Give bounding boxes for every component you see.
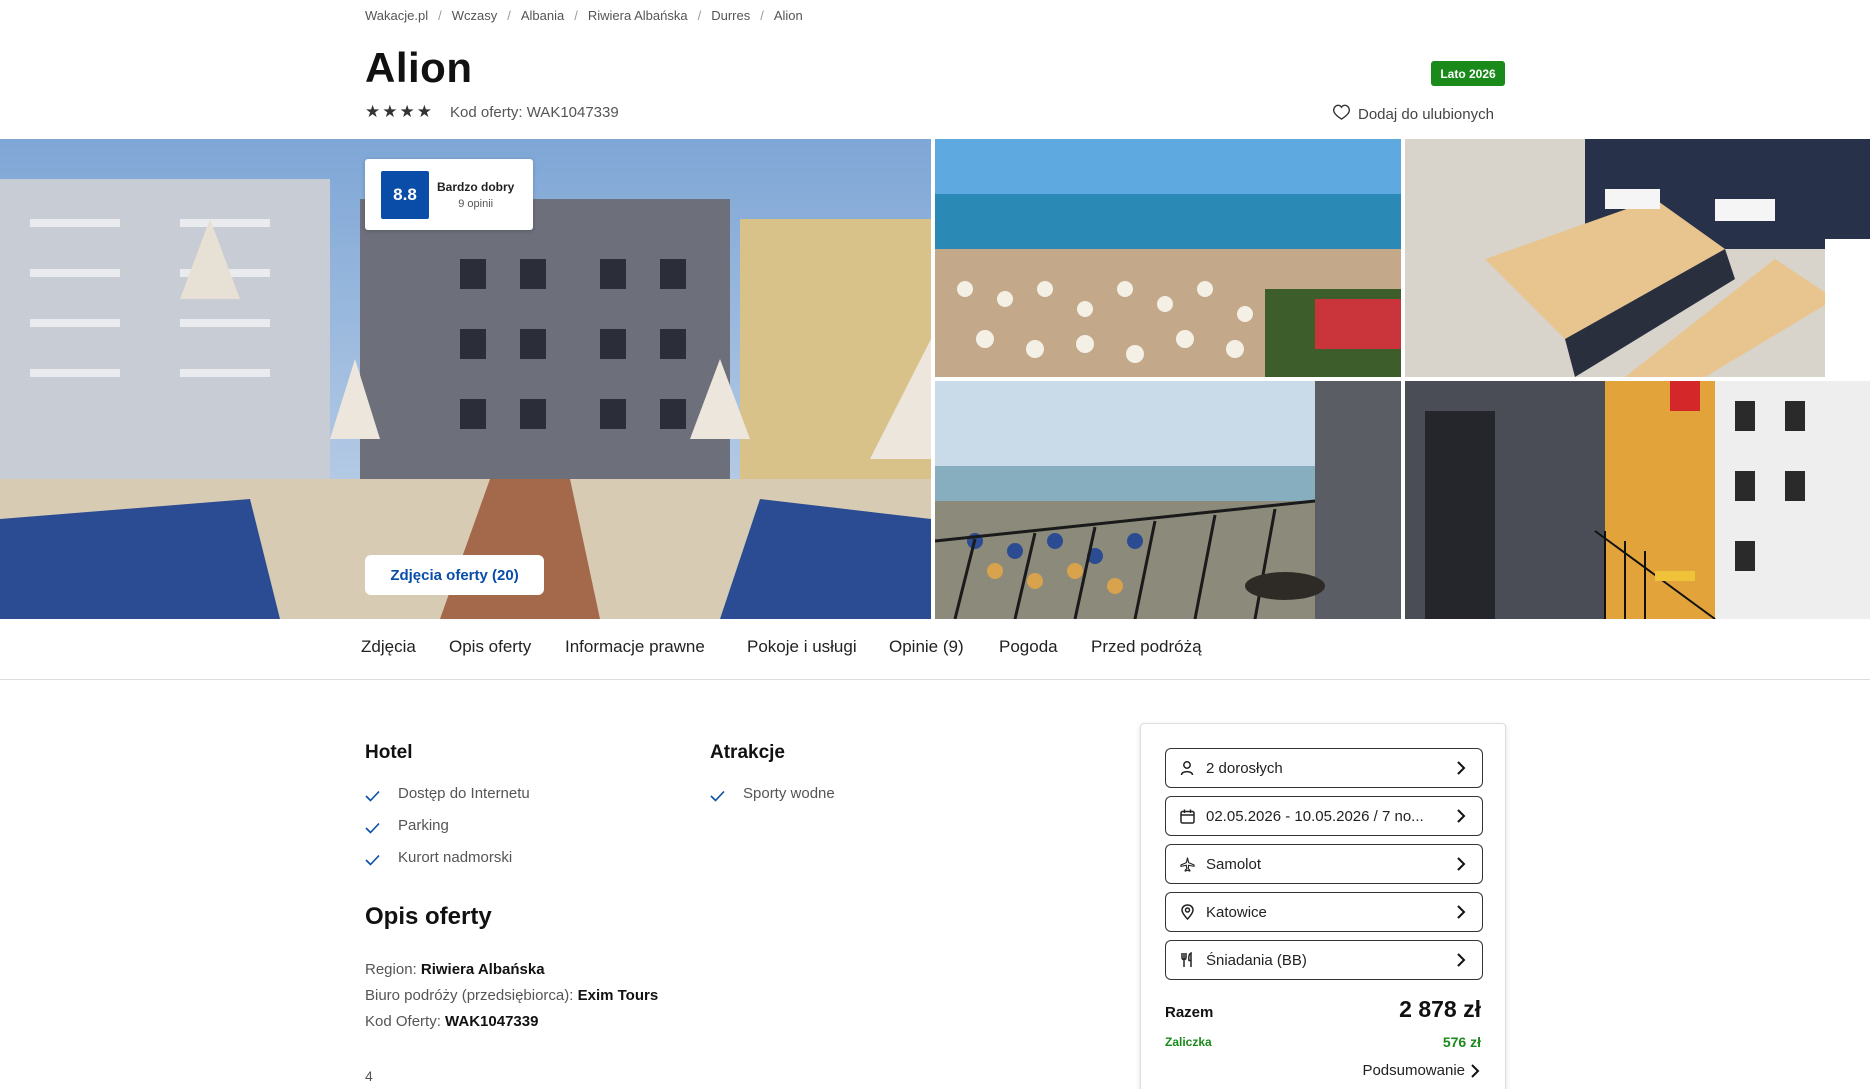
person-icon [1178,759,1196,777]
tab-rooms-services[interactable]: Pokoje i usługi [747,637,857,657]
star-icon: ★ [399,102,415,121]
board-value: Śniadania (BB) [1206,951,1307,969]
photo-gallery: 8.8 Bardzo dobry 9 opinii Zdjęcia oferty… [0,139,1870,619]
tab-legal-info[interactable]: Informacje prawne [565,637,705,657]
deposit-label: Zaliczka [1165,1035,1212,1049]
rating-count: 9 opinii [458,197,494,210]
rating-summary: Bardzo dobry 9 opinii [437,180,514,210]
offer-code-label: Kod Oferty: [365,1013,446,1030]
chevron-right-icon [1457,857,1466,871]
add-to-favorites-label: Dodaj do ulubionych [1358,105,1494,123]
booking-panel: 2 dorosłych 02.05.2026 - 10.05.2026 / 7 … [1140,723,1506,1089]
section-tabs: Zdjęcia Opis oferty Informacje prawne Po… [0,619,1870,680]
page-title: Alion [365,44,473,91]
rating-label: Bardzo dobry [437,179,515,194]
amenity-item: Parking [365,816,449,834]
check-icon [365,822,380,834]
chevron-right-icon [1457,761,1466,775]
balcony-sea-view-photo[interactable] [935,381,1401,619]
dates-value: 02.05.2026 - 10.05.2026 / 7 no... [1206,807,1424,825]
board-selector[interactable]: Śniadania (BB) [1165,940,1483,980]
tab-photos[interactable]: Zdjęcia [361,637,416,657]
chevron-right-icon [1471,1064,1480,1078]
region-info: Region: Riwiera Albańska [365,961,545,978]
tab-description[interactable]: Opis oferty [449,637,531,657]
room-photo[interactable] [1405,139,1870,377]
location-pin-icon [1178,903,1196,921]
check-icon [710,790,725,802]
offer-code-info: Kod Oferty: WAK1047339 [365,1013,538,1030]
travelers-selector[interactable]: 2 dorosłych [1165,748,1483,788]
description-heading: Opis oferty [365,903,492,930]
main-hotel-photo[interactable]: 8.8 Bardzo dobry 9 opinii Zdjęcia oferty… [0,139,931,619]
rating-score: 8.8 [381,170,429,219]
region-label: Region: [365,961,421,978]
total-label: Razem [1165,1004,1214,1021]
offer-code: Kod oferty: WAK1047339 [450,104,619,121]
star-icon: ★ [365,102,381,121]
offer-code-value: WAK1047339 [445,1013,539,1030]
summary-link[interactable]: Podsumowanie [1362,1062,1465,1079]
beach-photo[interactable] [935,139,1401,377]
amenity-item: Kurort nadmorski [365,848,512,866]
agency-info: Biuro podróży (przedsiębiorca): Exim Tou… [365,987,658,1004]
travelers-value: 2 dorosłych [1206,759,1283,777]
breadcrumb-link-country[interactable]: Albania [521,8,564,23]
tab-reviews[interactable]: Opinie (9) [889,637,964,657]
attraction-label: Sporty wodne [743,784,835,802]
check-icon [365,854,380,866]
attraction-item: Sporty wodne [710,784,835,802]
transport-value: Samolot [1206,855,1262,873]
amenity-label: Parking [398,816,449,834]
hotel-amenities-heading: Hotel [365,742,413,763]
breadcrumb: Wakacje.pl / Wczasy / Albania / Riwiera … [365,8,803,23]
cutlery-icon [1178,951,1196,969]
rating-card[interactable]: 8.8 Bardzo dobry 9 opinii [365,159,533,230]
photos-button[interactable]: Zdjęcia oferty (20) [365,555,544,595]
chevron-right-icon [1457,905,1466,919]
tab-weather[interactable]: Pogoda [999,637,1058,657]
add-to-favorites-button[interactable]: Dodaj do ulubionych [1333,104,1494,124]
dates-selector[interactable]: 02.05.2026 - 10.05.2026 / 7 no... [1165,796,1483,836]
chevron-right-icon [1457,809,1466,823]
transport-selector[interactable]: Samolot [1165,844,1483,884]
amenity-item: Dostęp do Internetu [365,784,530,802]
star-icon: ★ [416,102,432,121]
breadcrumb-separator: / [507,8,511,23]
breadcrumb-separator: / [438,8,442,23]
departure-value: Katowice [1206,903,1267,921]
attractions-heading: Atrakcje [710,742,785,763]
tab-before-trip[interactable]: Przed podróżą [1091,637,1202,657]
agency-label: Biuro podróży (przedsiębiorca): [365,987,578,1004]
breadcrumb-separator: / [574,8,578,23]
breadcrumb-link-city[interactable]: Durres [711,8,750,23]
breadcrumb-link-wczasy[interactable]: Wczasy [452,8,498,23]
deposit-price: 576 zł [1442,1034,1481,1050]
breadcrumb-link-home[interactable]: Wakacje.pl [365,8,428,23]
star-icon: ★ [382,102,398,121]
total-price: 2 878 zł [1399,996,1481,1022]
breadcrumb-link-region[interactable]: Riwiera Albańska [588,8,688,23]
check-icon [365,790,380,802]
amenity-label: Kurort nadmorski [398,848,513,866]
star-rating: ★ ★ ★ ★ [365,102,432,122]
breadcrumb-separator: / [697,8,702,23]
chevron-right-icon [1457,953,1466,967]
region-value: Riwiera Albańska [420,961,545,978]
street-view-photo[interactable] [1405,381,1870,619]
breadcrumb-separator: / [760,8,764,23]
calendar-icon [1178,807,1196,825]
plane-icon [1178,855,1196,873]
heart-icon [1333,104,1350,124]
season-badge: Lato 2026 [1431,61,1505,86]
breadcrumb-current: Alion [773,8,803,23]
agency-value: Exim Tours [577,987,659,1004]
departure-selector[interactable]: Katowice [1165,892,1483,932]
description-text: 4 [365,1068,373,1084]
amenity-label: Dostęp do Internetu [398,784,530,802]
